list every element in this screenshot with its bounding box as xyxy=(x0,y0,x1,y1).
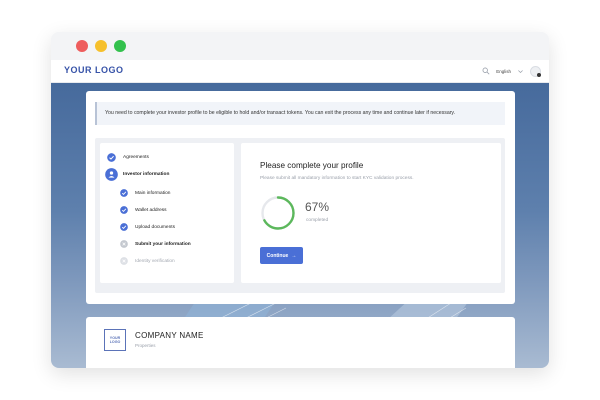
inactive-circle-icon xyxy=(120,257,128,265)
continue-button[interactable]: Continue → xyxy=(260,247,303,264)
language-selector[interactable]: English xyxy=(496,69,511,74)
company-card: YOUR LOGO COMPANY NAME Properties xyxy=(86,317,515,368)
profile-notice: You need to complete your investor profi… xyxy=(95,102,505,125)
header-logo[interactable]: YOUR LOGO xyxy=(64,65,124,75)
check-circle-icon xyxy=(120,189,128,197)
browser-window: YOUR LOGO English You need to complete y… xyxy=(51,32,549,368)
continue-label: Continue xyxy=(266,252,289,259)
step-investor-information[interactable]: Investor information xyxy=(105,168,169,181)
pending-circle-icon xyxy=(120,240,128,248)
user-avatar[interactable] xyxy=(530,65,541,77)
progress-ring xyxy=(261,196,295,230)
step-label: Investor information xyxy=(123,172,170,177)
profile-subtitle: Please submit all mandatory information … xyxy=(260,176,414,181)
progress-label: completed xyxy=(306,218,329,223)
step-identity-verification[interactable]: Identity verification xyxy=(120,257,175,265)
title-bar xyxy=(51,32,549,60)
profile-completion-panel: Please complete your profile Please subm… xyxy=(241,143,501,283)
user-icon xyxy=(105,168,118,181)
app-header: YOUR LOGO English xyxy=(51,60,549,83)
step-submit-information[interactable]: Submit your information xyxy=(120,240,191,248)
step-main-information[interactable]: Main information xyxy=(120,189,170,197)
maximize-window-button[interactable] xyxy=(114,40,126,52)
close-window-button[interactable] xyxy=(76,40,88,52)
header-actions: English xyxy=(482,65,541,77)
company-logo-line2: LOGO xyxy=(109,340,121,344)
profile-title: Please complete your profile xyxy=(260,161,364,170)
step-upload-documents[interactable]: Upload documents xyxy=(120,223,175,231)
company-logo-line1: YOUR xyxy=(109,335,121,340)
step-label: Submit your information xyxy=(135,241,191,247)
step-label: Wallet address xyxy=(135,207,167,213)
profile-steps-panel: Agreements Investor information Main inf… xyxy=(95,138,505,293)
investor-profile-card: You need to complete your investor profi… xyxy=(86,91,515,304)
main-content: You need to complete your investor profi… xyxy=(51,83,549,368)
step-label: Upload documents xyxy=(135,224,175,230)
progress-percent: 67% xyxy=(305,200,330,214)
company-name: COMPANY NAME xyxy=(135,331,204,340)
check-circle-icon xyxy=(120,223,128,231)
notification-badge xyxy=(537,72,541,77)
company-subtitle: Properties xyxy=(135,343,156,348)
chevron-down-icon[interactable] xyxy=(517,68,524,75)
step-agreements[interactable]: Agreements xyxy=(107,153,149,162)
company-logo: YOUR LOGO xyxy=(104,329,126,351)
step-label: Identity verification xyxy=(135,258,175,264)
check-circle-icon xyxy=(107,153,116,162)
minimize-window-button[interactable] xyxy=(95,40,107,52)
step-label: Main information xyxy=(135,190,171,196)
company-logo-text: YOUR LOGO xyxy=(110,336,121,345)
check-circle-icon xyxy=(120,206,128,214)
steps-list: Agreements Investor information Main inf… xyxy=(100,143,234,283)
arrow-right-icon: → xyxy=(291,252,297,259)
step-label: Agreements xyxy=(123,155,149,160)
step-wallet-address[interactable]: Wallet address xyxy=(120,206,167,214)
search-icon[interactable] xyxy=(482,67,490,75)
